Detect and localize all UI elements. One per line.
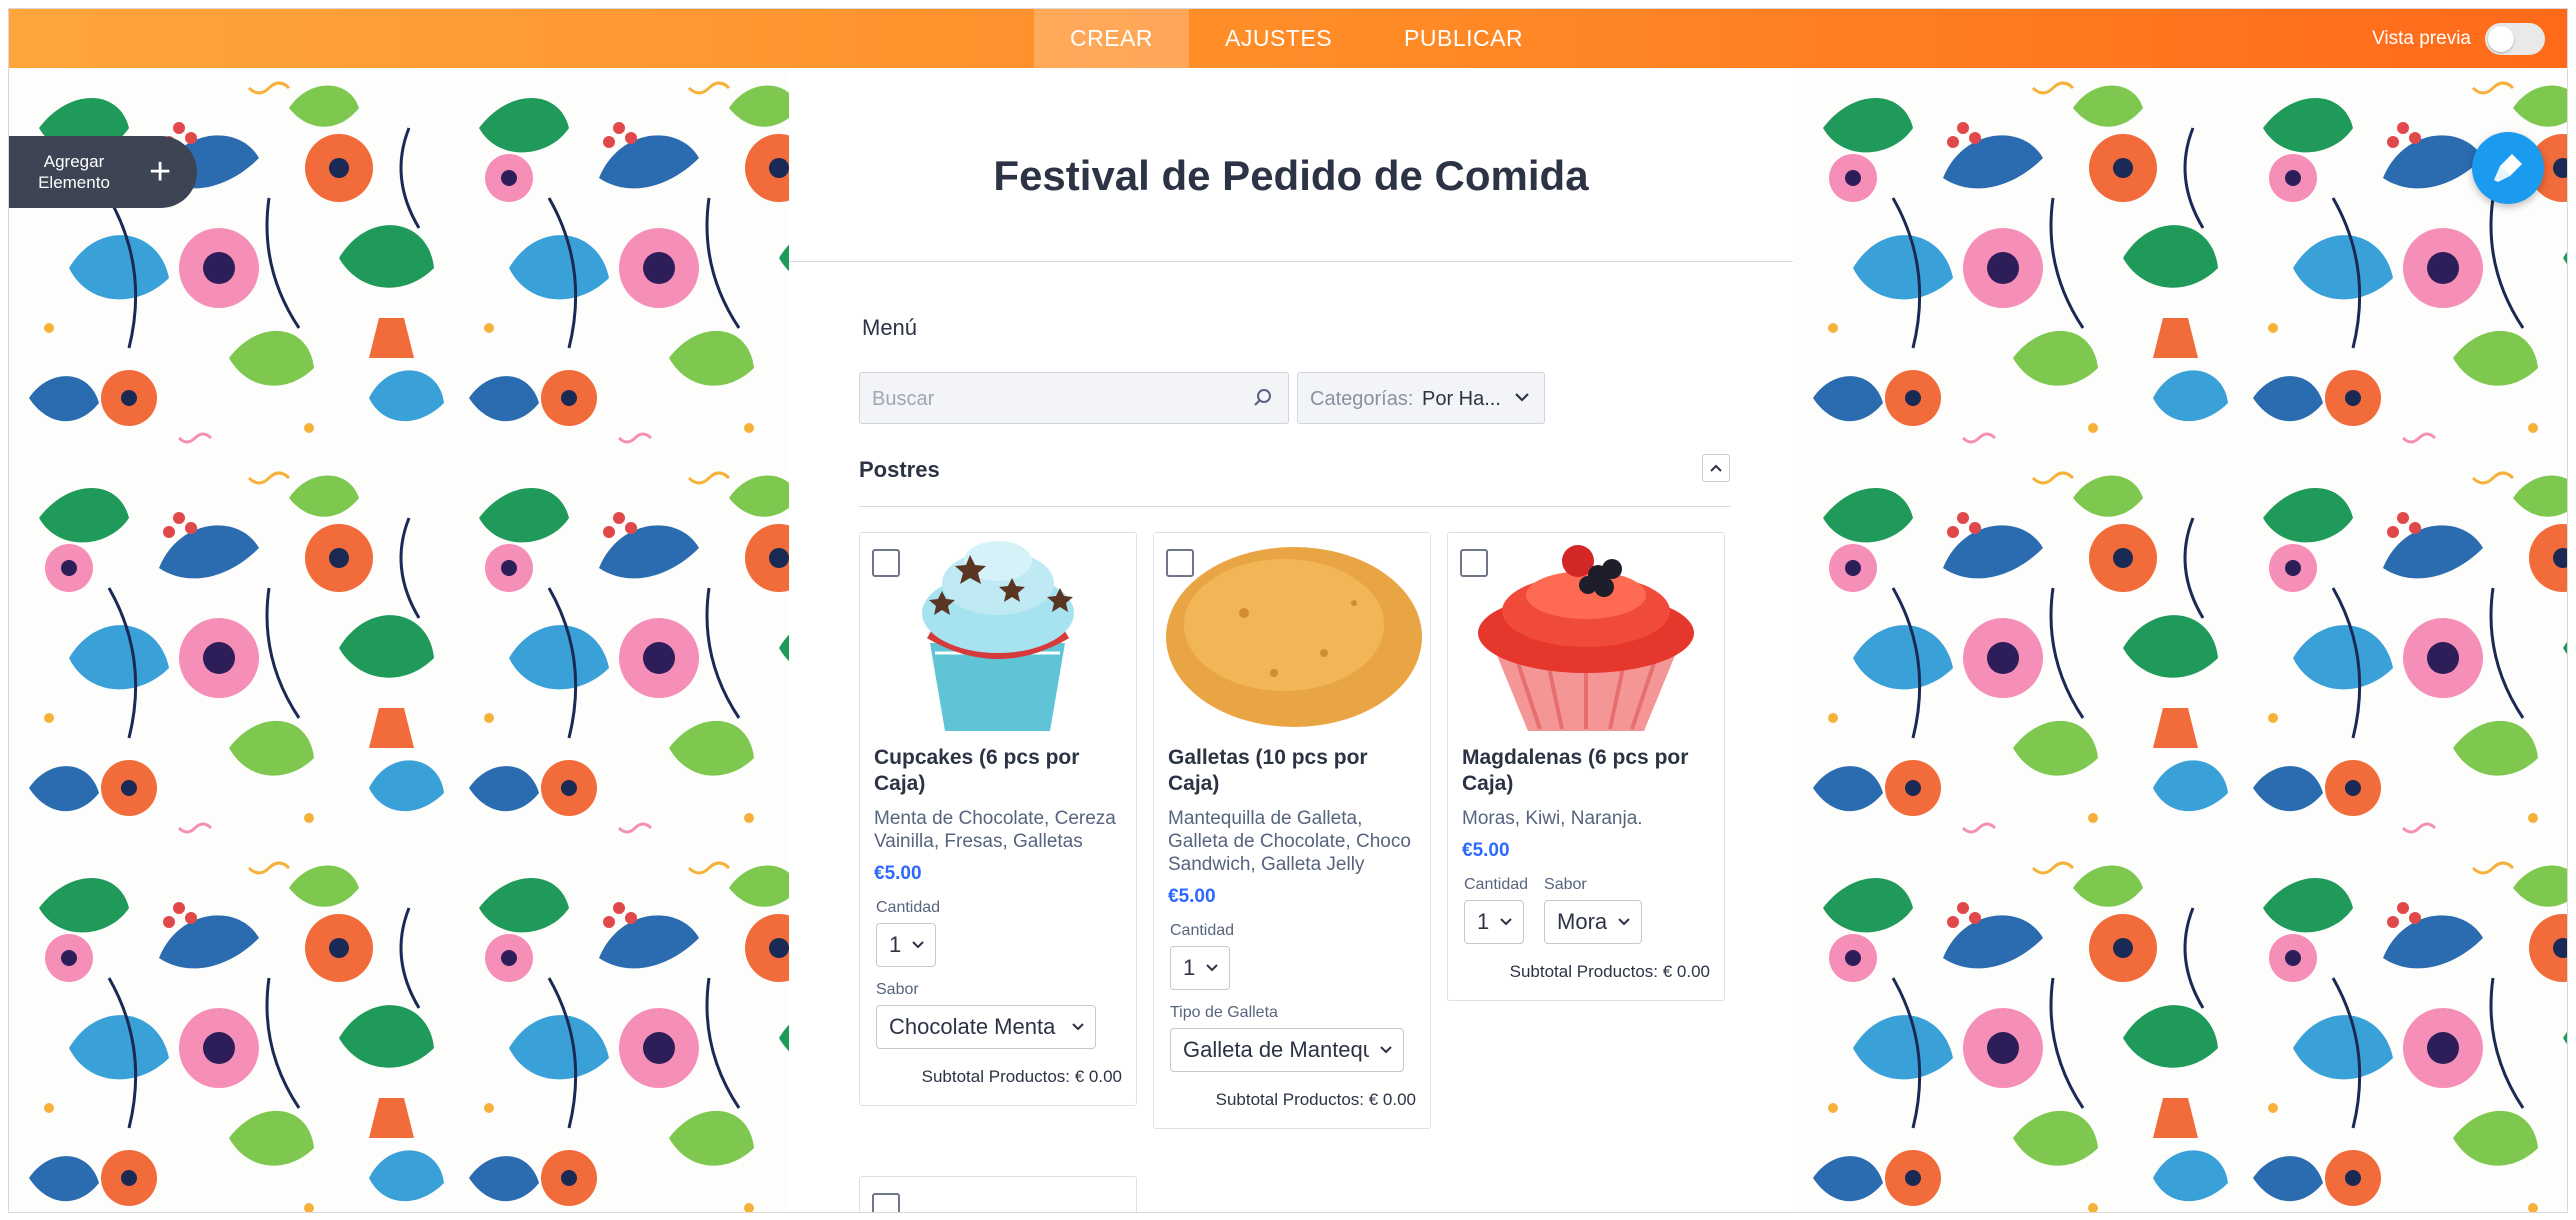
tab-publicar[interactable]: PUBLICAR [1368, 9, 1559, 68]
search-input[interactable]: Buscar [859, 372, 1289, 424]
product-checkbox[interactable] [872, 549, 900, 577]
search-icon [1254, 389, 1271, 406]
app-window: CREAR AJUSTES PUBLICAR Vista previa Agre… [8, 8, 2568, 1213]
quantity-select[interactable]: 1 [1464, 900, 1525, 944]
product-name: Cupcakes (6 pcs por Caja) [874, 746, 1080, 795]
subtotal-value: € 0.00 [1368, 1090, 1416, 1109]
toggle-knob [2488, 25, 2514, 52]
flavor-select[interactable]: Chocolate Menta [876, 1005, 1096, 1049]
subtotal-label: Subtotal Productos: [921, 1067, 1070, 1086]
preview-toggle[interactable] [2485, 22, 2545, 55]
product-body: Magdalenas (6 pcs por Caja) Moras, Kiwi,… [1448, 731, 1724, 1000]
product-subtotal: Subtotal Productos: € 0.00 [1168, 1090, 1416, 1110]
form-card: Festival de Pedido de Comida Menú Buscar… [789, 68, 1793, 1213]
quantity-select[interactable]: 1 [876, 923, 937, 967]
quantity-label: Cantidad [1170, 922, 1235, 939]
subtotal-label: Subtotal Productos: [1215, 1090, 1364, 1109]
section-divider [859, 506, 1731, 507]
add-element-label: Agregar Elemento [9, 151, 139, 193]
section-title: Postres [859, 457, 940, 482]
add-element-label-line2: Elemento [38, 173, 110, 192]
chevron-down-icon [1515, 393, 1529, 402]
collapse-section-button[interactable] [1702, 454, 1730, 482]
chevron-down-icon [1206, 964, 1218, 972]
subtotal-value: € 0.00 [1074, 1067, 1122, 1086]
product-checkbox[interactable] [1166, 549, 1194, 577]
chevron-down-icon [1072, 1023, 1084, 1031]
product-image-cupcake [860, 533, 1136, 731]
preview-toggle-group: Vista previa [2372, 9, 2545, 68]
product-subtotal: Subtotal Productos: € 0.00 [874, 1067, 1122, 1087]
menu-label: Menú [862, 315, 918, 340]
product-body: Galletas (10 pcs por Caja) Mantequilla d… [1154, 731, 1430, 1128]
cupcake-image [860, 533, 1136, 731]
category-value: Por Ha... [1422, 388, 1501, 410]
category-key: Categorías: [1310, 388, 1414, 410]
main-tabs: CREAR AJUSTES PUBLICAR [1034, 9, 1559, 68]
product-card[interactable]: Magdalenas (6 pcs por Caja) Moras, Kiwi,… [1447, 532, 1725, 1001]
plus-icon: + [149, 151, 172, 193]
option-label: Tipo de Galleta [1170, 1004, 1278, 1021]
cookie-type-select[interactable]: Galleta de Mantequilla [1170, 1028, 1404, 1072]
flavor-field: Sabor Mora [1542, 862, 1643, 944]
product-card[interactable]: Galletas (10 pcs por Caja) Mantequilla d… [1153, 532, 1431, 1129]
option-value: Mora [1557, 909, 1608, 934]
paint-roller-icon [2494, 154, 2522, 182]
option-value: Chocolate Menta [889, 1014, 1056, 1039]
form-designer-button[interactable] [2472, 132, 2544, 204]
quantity-label: Cantidad [1464, 876, 1529, 893]
chevron-down-icon [1618, 918, 1630, 926]
product-price: €5.00 [1168, 886, 1216, 907]
add-element-label-line1: Agregar [43, 152, 105, 171]
product-image-pie [860, 1177, 1136, 1213]
option-value: Galleta de Mantequilla [1183, 1037, 1369, 1062]
product-checkbox[interactable] [1460, 549, 1488, 577]
form-title: Festival de Pedido de Comida [993, 152, 1589, 199]
option-label: Sabor [876, 981, 919, 998]
product-name: Galletas (10 pcs por Caja) [1168, 746, 1368, 795]
search-placeholder: Buscar [872, 388, 935, 410]
chevron-down-icon [912, 941, 924, 949]
product-body: Cupcakes (6 pcs por Caja) Menta de Choco… [860, 731, 1136, 1105]
tab-crear[interactable]: CREAR [1034, 9, 1190, 68]
divider [789, 261, 1793, 262]
product-subtotal: Subtotal Productos: € 0.00 [1462, 962, 1710, 982]
product-options-row: Cantidad 1 Sabor Mora [1462, 862, 1710, 944]
muffin-image [1448, 533, 1724, 731]
product-description: Menta de Chocolate, Cereza Vainilla, Fre… [874, 808, 1116, 852]
product-price: €5.00 [1462, 840, 1510, 861]
category-select[interactable]: Categorías: Por Ha... [1297, 372, 1545, 424]
product-card[interactable]: Cupcakes (6 pcs por Caja) Menta de Choco… [859, 532, 1137, 1106]
floral-pattern [27, 81, 789, 1212]
product-image-cookie [1154, 533, 1430, 731]
add-element-button[interactable]: Agregar Elemento + [9, 136, 197, 208]
chevron-up-icon [1710, 464, 1722, 472]
quantity-field: Cantidad 1 [1462, 862, 1528, 944]
quantity-value: 1 [1477, 909, 1490, 934]
cookie-image [1154, 533, 1430, 731]
quantity-select[interactable]: 1 [1170, 946, 1231, 990]
product-card[interactable] [859, 1176, 1137, 1213]
product-description: Mantequilla de Galleta, Galleta de Choco… [1168, 808, 1411, 875]
quantity-label: Cantidad [876, 899, 941, 916]
chevron-down-icon [1380, 1046, 1392, 1054]
option-label: Sabor [1544, 876, 1587, 893]
top-bar: CREAR AJUSTES PUBLICAR Vista previa [9, 9, 2567, 68]
background-pattern-left [9, 68, 789, 1212]
tab-ajustes[interactable]: AJUSTES [1189, 9, 1368, 68]
floral-pattern [1811, 81, 2567, 1212]
preview-label: Vista previa [2372, 27, 2471, 49]
quantity-value: 1 [889, 932, 902, 957]
product-price: €5.00 [874, 863, 922, 884]
product-name: Magdalenas (6 pcs por Caja) [1462, 746, 1689, 795]
product-checkbox[interactable] [872, 1193, 900, 1212]
product-description: Moras, Kiwi, Naranja. [1462, 808, 1643, 829]
subtotal-value: € 0.00 [1662, 962, 1710, 981]
chevron-down-icon [1500, 918, 1512, 926]
flavor-select[interactable]: Mora [1544, 900, 1643, 944]
background-pattern-right [1793, 68, 2567, 1212]
product-image-muffin [1448, 533, 1724, 731]
quantity-value: 1 [1183, 955, 1196, 980]
subtotal-label: Subtotal Productos: [1509, 962, 1658, 981]
